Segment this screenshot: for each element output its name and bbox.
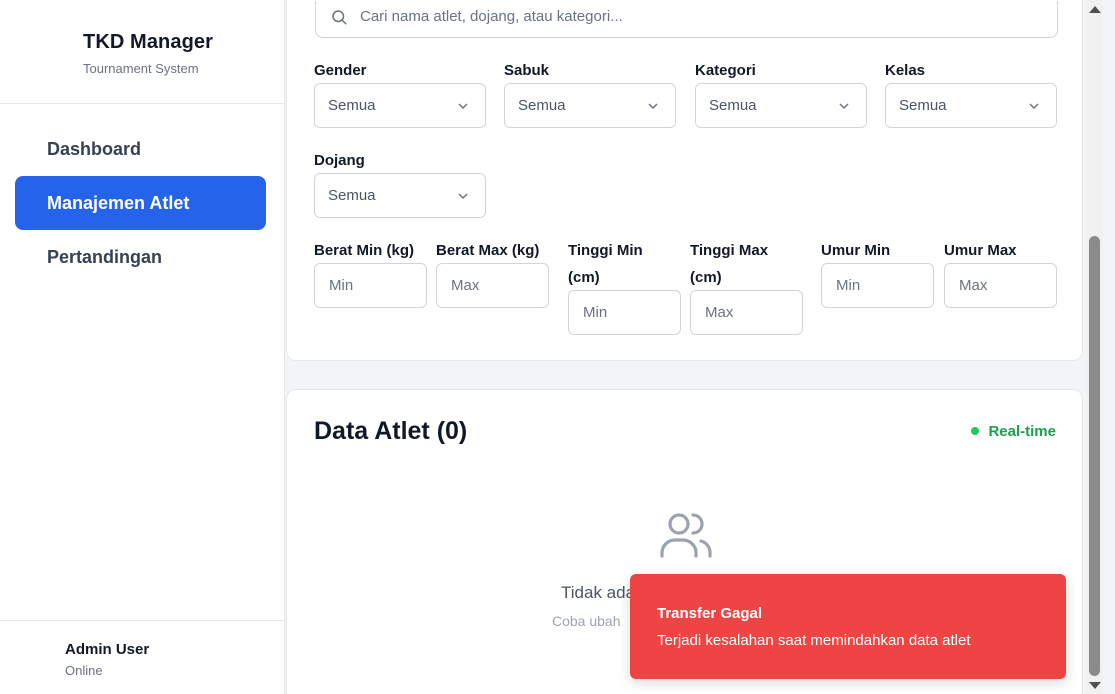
chevron-down-icon [458, 193, 468, 200]
search-input[interactable] [360, 1, 1040, 31]
tinggi-max-input[interactable] [690, 290, 803, 335]
sidebar-item-dashboard[interactable]: Dashboard [15, 122, 266, 176]
toast-message: Terjadi kesalahan saat memindahkan data … [657, 632, 971, 649]
search-box[interactable] [315, 1, 1058, 38]
scroll-thumb[interactable] [1089, 236, 1100, 676]
tinggi-max-label-line2: (cm) [690, 269, 722, 286]
kelas-select[interactable]: Semua [885, 83, 1057, 128]
berat-max-label-text: Berat Max (kg) [436, 242, 540, 259]
empty-state-title: Tidak ada [561, 583, 636, 602]
chevron-down-icon [839, 103, 849, 110]
tinggi-max-label: Tinggi Max (cm) [690, 237, 768, 291]
kategori-label: Kategori [695, 62, 756, 79]
sabuk-select[interactable]: Semua [504, 83, 676, 128]
umur-min-label: Umur Min [821, 237, 890, 264]
user-name: Admin User [65, 641, 150, 658]
gender-label: Gender [314, 62, 367, 79]
app-subtitle: Tournament System [83, 61, 199, 76]
tinggi-max-label-line1: Tinggi Max [690, 242, 769, 259]
tinggi-min-input[interactable] [568, 290, 681, 335]
brand: TKD Manager Tournament System [83, 31, 213, 76]
umur-min-input[interactable] [821, 263, 934, 308]
gender-select-value: Semua [328, 97, 376, 114]
kategori-select-value: Semua [709, 97, 757, 114]
chevron-down-icon [458, 103, 468, 110]
dojang-label: Dojang [314, 152, 365, 169]
umur-max-input[interactable] [944, 263, 1057, 308]
umur-max-label: Umur Max [944, 237, 1017, 264]
umur-min-label-text: Umur Min [821, 242, 891, 259]
toast-title: Transfer Gagal [657, 605, 763, 622]
users-icon [660, 513, 712, 558]
status-dot-icon [971, 427, 980, 435]
realtime-label: Real-time [988, 423, 1056, 440]
sidebar: TKD Manager Tournament System Dashboard … [0, 0, 285, 694]
sidebar-nav: Dashboard Manajemen Atlet Pertandingan [15, 122, 266, 284]
data-section-title: Data Atlet (0) [314, 417, 468, 445]
berat-max-input[interactable] [436, 263, 549, 308]
dojang-select-value: Semua [328, 187, 376, 204]
dojang-select[interactable]: Semua [314, 173, 486, 218]
tinggi-min-label-line2: (cm) [568, 269, 600, 286]
sidebar-item-pertandingan[interactable]: Pertandingan [15, 230, 266, 284]
scroll-down-arrow-icon[interactable] [1089, 682, 1101, 689]
umur-max-label-text: Umur Max [944, 242, 1017, 259]
tinggi-min-label-line1: Tinggi Min [568, 242, 643, 259]
gender-select[interactable]: Semua [314, 83, 486, 128]
berat-min-label: Berat Min (kg) [314, 237, 414, 264]
berat-min-input[interactable] [314, 263, 427, 308]
sidebar-divider [0, 103, 284, 104]
sabuk-label: Sabuk [504, 62, 550, 79]
filter-card: Gender Semua Sabuk Semua Kategori Semua … [286, 0, 1083, 361]
sidebar-item-manajemen-atlet[interactable]: Manajemen Atlet [15, 176, 266, 230]
chevron-down-icon [648, 103, 658, 110]
error-toast[interactable]: Transfer Gagal Terjadi kesalahan saat me… [630, 574, 1066, 679]
realtime-indicator: Real-time [971, 423, 1056, 440]
app-title: TKD Manager [83, 31, 214, 53]
user-profile[interactable]: Admin User Online [65, 641, 149, 678]
scrollbar[interactable] [1086, 0, 1103, 694]
scroll-up-arrow-icon[interactable] [1089, 6, 1101, 13]
kelas-select-value: Semua [899, 97, 947, 114]
berat-max-label: Berat Max (kg) [436, 237, 539, 264]
kategori-select[interactable]: Semua [695, 83, 867, 128]
kelas-label: Kelas [885, 62, 926, 79]
chevron-down-icon [1029, 103, 1039, 110]
user-status: Online [65, 663, 103, 678]
sidebar-footer-divider [0, 620, 284, 621]
search-icon [332, 10, 347, 25]
berat-min-label-text: Berat Min (kg) [314, 242, 415, 259]
sabuk-select-value: Semua [518, 97, 566, 114]
tinggi-min-label: Tinggi Min (cm) [568, 237, 643, 291]
empty-state-subtitle: Coba ubah [552, 613, 621, 629]
